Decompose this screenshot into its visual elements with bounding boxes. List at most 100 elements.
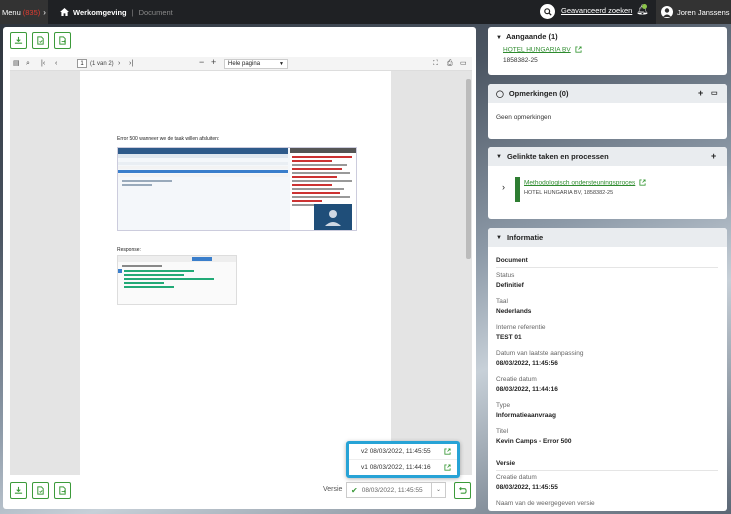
version-option-label: v1 xyxy=(361,463,368,471)
document-icon xyxy=(37,36,44,45)
version-option[interactable]: v1 08/03/2022, 11:44:16 xyxy=(349,459,457,474)
informatie-header[interactable]: ▼ Informatie xyxy=(488,228,727,247)
zoom-value: Hele pagina xyxy=(228,61,261,67)
field-label: Status xyxy=(496,272,515,279)
field-label: Taal xyxy=(496,298,508,305)
aangaande-header[interactable]: ▼ Aangaande (1) xyxy=(496,32,558,41)
user-icon xyxy=(663,8,671,17)
pdf-scrollbar[interactable] xyxy=(466,79,471,259)
version-select-value: 08/03/2022, 11:45:55 xyxy=(361,486,423,494)
zoom-out-icon[interactable]: − xyxy=(199,57,204,67)
pdf-viewer[interactable]: Error 500 wanneer we de taak willen afsl… xyxy=(10,71,472,475)
field-label: Creatie datum xyxy=(496,474,537,481)
avatar xyxy=(661,6,673,18)
next-page-icon[interactable]: › xyxy=(118,59,120,69)
chevron-down-icon[interactable]: ⌄ xyxy=(431,483,445,497)
field-value: TEST 01 xyxy=(496,334,522,341)
divider xyxy=(496,267,718,268)
add-comment-icon[interactable]: + xyxy=(698,88,703,98)
undo-icon xyxy=(459,486,467,494)
user-name: Joren Janssens xyxy=(677,7,730,17)
pdf-page: Error 500 wanneer we de taak willen afsl… xyxy=(80,71,391,475)
download-icon xyxy=(14,486,23,494)
download-button[interactable] xyxy=(10,32,27,49)
export-icon xyxy=(59,486,66,495)
document-button[interactable] xyxy=(32,32,49,49)
page-number-input[interactable]: 1 xyxy=(77,59,87,68)
field-label: Titel xyxy=(496,428,509,435)
gelinkte-header[interactable]: ▼ Gelinkte taken en processen + xyxy=(488,147,727,166)
search-icon[interactable]: ⌕ xyxy=(26,59,30,69)
gelinkte-card: ▼ Gelinkte taken en processen + › Method… xyxy=(488,147,727,219)
print-icon[interactable]: ⎙ xyxy=(447,59,453,69)
last-page-icon[interactable]: ›| xyxy=(129,59,133,69)
breadcrumb-current: Document xyxy=(138,7,173,17)
window-icon[interactable]: ▭ xyxy=(711,89,718,97)
first-page-icon[interactable]: |‹ xyxy=(41,59,45,69)
aangaande-title: Aangaande (1) xyxy=(505,32,558,41)
section-document: Document xyxy=(496,257,528,264)
external-link-icon[interactable] xyxy=(444,464,451,471)
previous-page-icon[interactable]: ‹ xyxy=(55,59,57,69)
version-option[interactable]: v2 08/03/2022, 11:45:55 xyxy=(349,444,457,459)
chevron-down-icon: ▼ xyxy=(496,234,502,241)
gelinkte-item-link[interactable]: Methodologisch ondersteuningsproces xyxy=(524,179,635,186)
divider xyxy=(496,470,718,471)
save-icon[interactable]: ▭ xyxy=(460,59,467,69)
export-button[interactable] xyxy=(54,32,71,49)
caret-down-icon: ▼ xyxy=(279,61,284,67)
embedded-screenshot xyxy=(117,147,357,231)
search-button[interactable] xyxy=(540,4,555,19)
pdf-toolbar: ▤ ⌕ |‹ ‹ 1 (1 van 2) › ›| − + Hele pagin… xyxy=(10,57,472,71)
user-menu[interactable]: Joren Janssens xyxy=(656,0,731,24)
response-label: Response: xyxy=(117,247,141,253)
search-icon xyxy=(543,7,552,16)
opmerkingen-empty: Geen opmerkingen xyxy=(496,114,552,121)
external-link-icon[interactable] xyxy=(444,448,451,455)
aangaande-card: ▼ Aangaande (1) HOTEL HUNGARIA BV 1858382… xyxy=(488,27,727,75)
gelinkte-item-sub: HOTEL HUNGARIA BV, 1858382-25 xyxy=(524,190,614,196)
version-option-label: v2 xyxy=(361,448,368,455)
menu-count: (835) xyxy=(22,7,41,17)
chevron-down-icon: ▼ xyxy=(496,153,502,160)
breadcrumb-home[interactable]: Werkomgeving xyxy=(73,8,127,17)
advanced-search-link[interactable]: Geavanceerd zoeken xyxy=(561,6,632,15)
zoom-in-icon[interactable]: + xyxy=(211,57,216,67)
revert-button[interactable] xyxy=(454,482,471,499)
sidebar-toggle-icon[interactable]: ▤ xyxy=(13,59,20,69)
download-icon xyxy=(14,36,23,44)
check-icon: ✔ xyxy=(351,485,358,495)
version-select[interactable]: ✔ 08/03/2022, 11:45:55 ⌄ xyxy=(346,482,446,498)
home-icon xyxy=(60,8,69,16)
menu-button[interactable]: Menu (835) › xyxy=(0,0,48,24)
opmerkingen-header[interactable]: ◯ Opmerkingen (0) + ▭ xyxy=(488,84,727,103)
field-value: 08/03/2022, 11:45:55 xyxy=(496,484,558,491)
aangaande-link[interactable]: HOTEL HUNGARIA BV xyxy=(503,46,571,53)
version-option-date: 08/03/2022, 11:45:55 xyxy=(369,448,431,455)
menu-label: Menu xyxy=(2,7,21,17)
opmerkingen-title: Opmerkingen (0) xyxy=(508,89,569,98)
page-count: (1 van 2) xyxy=(90,61,114,67)
breadcrumb-separator: | xyxy=(131,7,134,17)
field-value: Informatieaanvraag xyxy=(496,412,556,419)
section-versie: Versie xyxy=(496,460,516,467)
zoom-select[interactable]: Hele pagina ▼ xyxy=(224,59,288,69)
export-icon xyxy=(59,36,66,45)
aangaande-number: 1858382-25 xyxy=(503,57,538,64)
external-link-icon[interactable] xyxy=(639,179,646,186)
external-link-icon[interactable] xyxy=(575,46,582,53)
version-dropdown: v2 08/03/2022, 11:45:55 v1 08/03/2022, 1… xyxy=(346,441,460,478)
field-label: Type xyxy=(496,402,511,409)
export-button-bottom[interactable] xyxy=(54,482,71,499)
download-button-bottom[interactable] xyxy=(10,482,27,499)
field-label: Creatie datum xyxy=(496,376,537,383)
fullscreen-icon[interactable]: ⛶ xyxy=(433,59,438,69)
field-value: 08/03/2022, 11:44:16 xyxy=(496,386,558,393)
chevron-right-icon[interactable]: › xyxy=(502,182,505,192)
chevron-right-icon: › xyxy=(43,7,46,17)
add-link-icon[interactable]: + xyxy=(711,151,716,161)
document-button-bottom[interactable] xyxy=(32,482,49,499)
notification-dot xyxy=(642,4,647,9)
notifications-button[interactable]: 🔔︎ xyxy=(636,4,649,16)
chevron-down-icon: ▼ xyxy=(496,35,502,41)
